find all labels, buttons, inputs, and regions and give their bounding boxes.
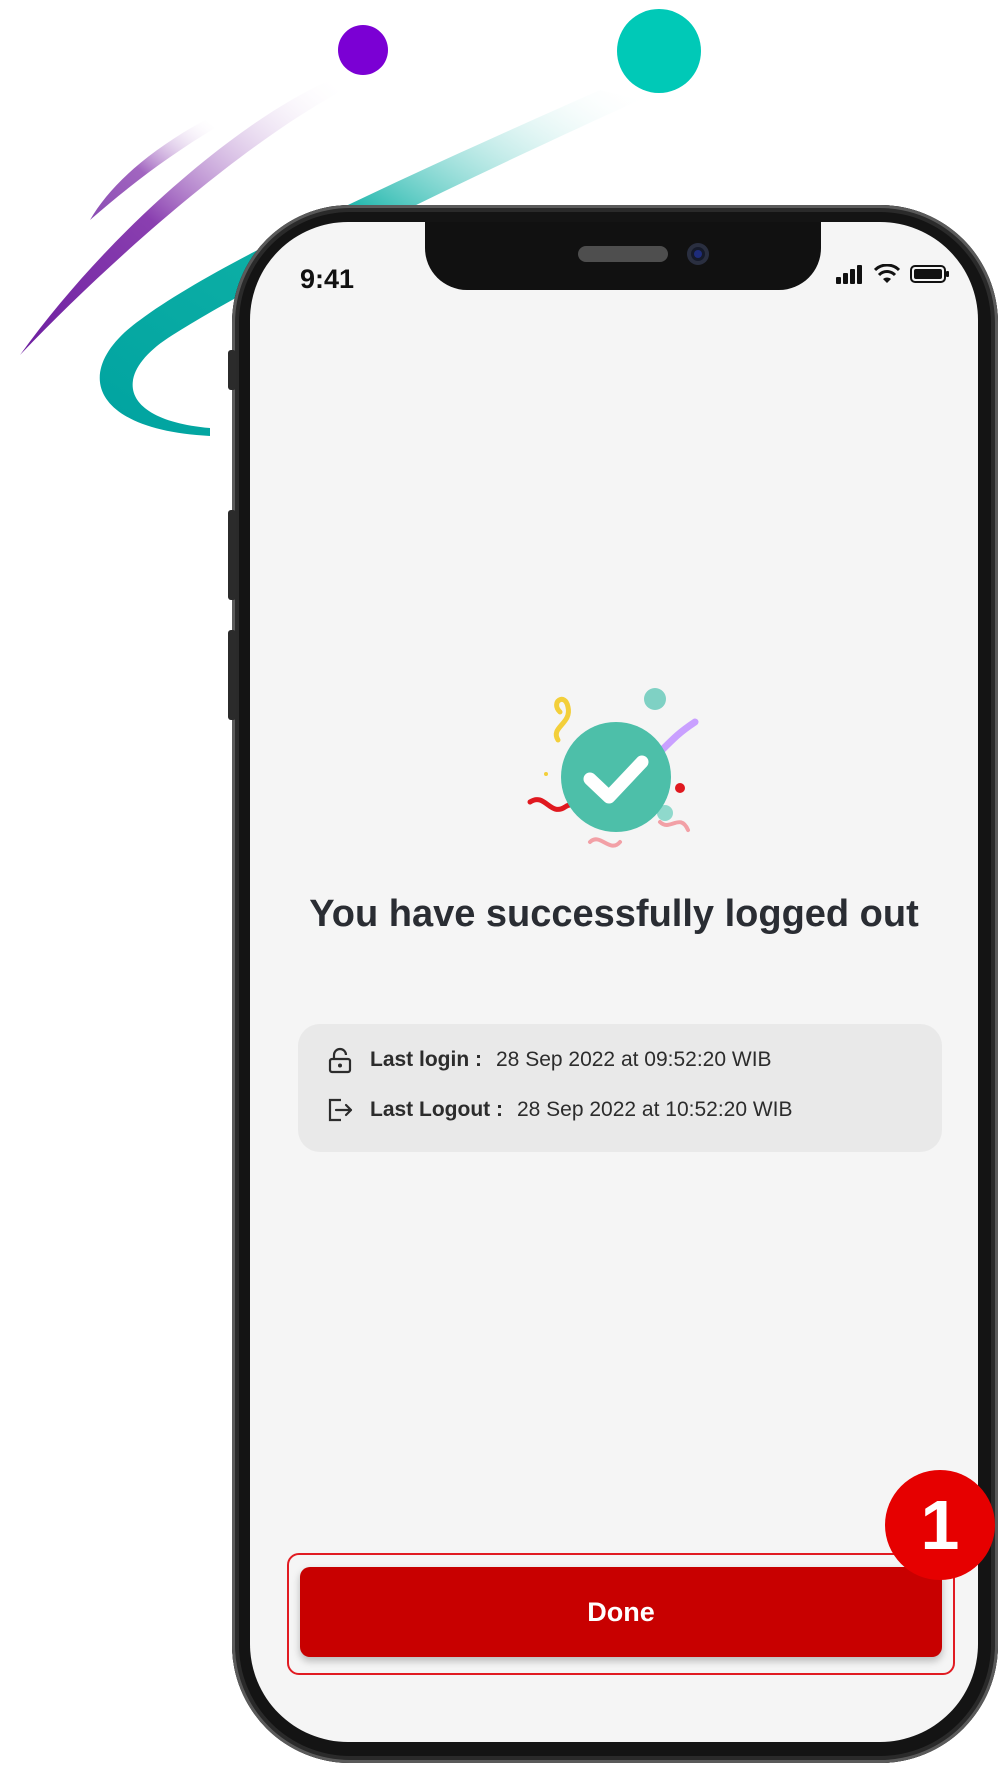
lock-icon — [328, 1047, 352, 1074]
session-info-card: Last login : 28 Sep 2022 at 09:52:20 WIB… — [298, 1024, 942, 1152]
logout-icon — [328, 1098, 353, 1122]
signal-icon — [836, 265, 862, 284]
front-camera — [687, 243, 709, 265]
battery-icon — [910, 265, 949, 283]
success-title: You have successfully logged out — [309, 893, 919, 935]
last-logout-row: Last Logout : 28 Sep 2022 at 10:52:20 WI… — [326, 1096, 793, 1124]
success-check-illustration — [527, 688, 699, 848]
speaker-grille — [578, 246, 668, 262]
last-logout-label: Last Logout : — [370, 1098, 503, 1121]
last-login-row: Last login : 28 Sep 2022 at 09:52:20 WIB — [326, 1046, 772, 1074]
done-button[interactable]: Done — [300, 1567, 942, 1657]
phone-screen: 9:41 You have successfully logged out La… — [250, 222, 978, 1742]
step-number-badge: 1 — [885, 1470, 995, 1580]
phone-notch — [425, 222, 821, 290]
wifi-icon — [874, 264, 900, 283]
phone-volume-down-button — [228, 630, 236, 720]
last-login-value: 28 Sep 2022 at 09:52:20 WIB — [496, 1048, 772, 1071]
phone-volume-up-button — [228, 510, 236, 600]
last-login-label: Last login : — [370, 1048, 482, 1071]
status-icons — [836, 264, 950, 284]
status-time: 9:41 — [300, 264, 355, 294]
phone-side-button — [228, 350, 236, 390]
last-logout-value: 28 Sep 2022 at 10:52:20 WIB — [516, 1098, 793, 1121]
